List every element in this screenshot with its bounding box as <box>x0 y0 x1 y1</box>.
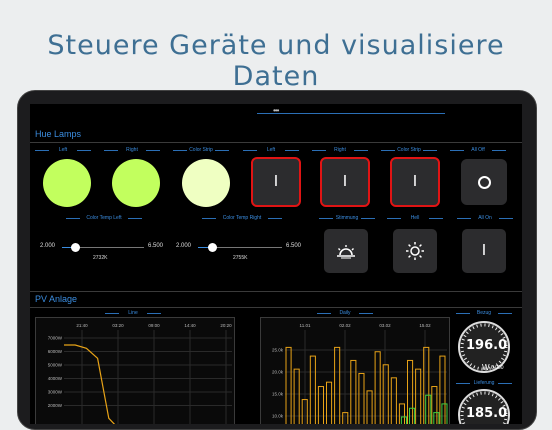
bar <box>431 386 438 424</box>
bar <box>326 381 333 424</box>
x-tick-label: 14:40 <box>184 323 196 328</box>
lamp-left-label: Left <box>35 147 91 153</box>
bar <box>366 390 373 424</box>
daily-chart-svg: 11.01 02.02 03.02 15.02 25.0k 20.0k 15.0k 10.0k <box>272 323 448 424</box>
sunrise-icon <box>337 245 355 259</box>
bar <box>433 412 440 424</box>
more-dots-icon[interactable]: ••• <box>273 106 279 115</box>
slider-min: 2.000 <box>176 243 192 249</box>
bar <box>390 377 397 424</box>
pv-section-title: PV Anlage <box>35 294 78 304</box>
y-tick-label: 7000W <box>48 336 63 341</box>
line-chart-svg: 21:40 03:20 09:00 14:40 20:20 7000W 6000W 5000W… <box>48 323 232 424</box>
top-bar: ••• <box>257 104 445 115</box>
scene-hell-button[interactable] <box>393 229 437 273</box>
switch-right-label: Right <box>312 147 368 153</box>
line-chart[interactable]: 21:40 03:20 09:00 14:40 20:20 7000W 6000W 5000W… <box>35 317 235 424</box>
slider-min: 2.000 <box>40 243 56 249</box>
bar <box>317 386 325 424</box>
all-off-label: All Off <box>450 147 506 153</box>
x-tick-label: 11.01 <box>300 323 311 328</box>
lamp-left-indicator[interactable] <box>43 159 91 207</box>
scene-stimmung-label: Stimmung <box>319 215 375 221</box>
bezug-unit: W <box>482 363 490 372</box>
power-off-icon <box>477 175 491 189</box>
switch-right-button[interactable]: I <box>320 157 370 207</box>
color-temp-right-label: Color Temp Right <box>202 215 282 221</box>
bar <box>285 346 292 424</box>
bar <box>407 359 414 424</box>
app-screen: ••• Hue Lamps Left Right Color Strip Lef… <box>30 104 522 424</box>
x-tick-label: 20:20 <box>220 323 232 328</box>
scene-hell-label: Hell <box>387 215 443 221</box>
y-tick-label: 5000W <box>48 363 63 368</box>
all-on-label: All On <box>457 215 513 221</box>
line-chart-label: Line <box>105 310 161 316</box>
bezug-value: 196.0 <box>466 338 508 353</box>
y-tick-label: 10.0k <box>272 414 284 419</box>
bar <box>423 346 430 424</box>
switch-left-button[interactable]: I <box>251 157 301 207</box>
slider-knob[interactable] <box>207 243 217 252</box>
color-temp-left-slider[interactable]: 2.000 6.500 2732K <box>40 243 166 263</box>
slider-value: 2732K <box>93 255 108 261</box>
bar <box>425 394 432 424</box>
y-tick-label: 2000W <box>48 403 63 408</box>
slider-max: 6.500 <box>286 243 302 249</box>
sun-icon <box>406 242 424 260</box>
y-tick-label: 3000W <box>48 390 63 395</box>
y-tick-label: 15.0k <box>272 392 284 397</box>
bar <box>350 359 357 424</box>
lieferung-label: Lieferung <box>456 380 512 386</box>
x-tick-label: 15.02 <box>419 323 431 328</box>
switch-left-label: Left <box>243 147 299 153</box>
y-tick-label: 6000W <box>48 349 63 354</box>
slider-value: 2755K <box>233 255 248 261</box>
x-tick-label: 09:00 <box>148 323 160 328</box>
all-off-button[interactable] <box>461 159 507 205</box>
hue-divider <box>30 142 522 143</box>
lamp-colorstrip-label: Color Strip <box>173 147 229 153</box>
switch-colorstrip-button[interactable]: I <box>390 157 440 207</box>
power-on-icon: I <box>273 173 279 190</box>
pv-divider <box>30 291 522 292</box>
series-line <box>64 344 116 424</box>
all-on-button[interactable]: I <box>462 229 506 273</box>
lamp-colorstrip-indicator[interactable] <box>182 159 230 207</box>
pv-divider-2 <box>30 307 522 308</box>
bar <box>374 351 381 424</box>
power-on-icon: I <box>342 173 348 190</box>
switch-colorstrip-label: Color Strip <box>381 147 437 153</box>
bar <box>400 416 407 424</box>
bezug-max: 6.000 <box>491 365 504 371</box>
slider-max: 6.500 <box>148 243 164 249</box>
x-tick-label: 03.02 <box>379 323 391 328</box>
bar <box>334 346 341 424</box>
lamp-right-label: Right <box>104 147 160 153</box>
y-tick-label: 20.0k <box>272 370 284 375</box>
x-tick-label: 21:40 <box>76 323 88 328</box>
hue-section-title: Hue Lamps <box>35 129 82 139</box>
color-temp-left-label: Color Temp Left <box>66 215 142 221</box>
headline: Steuere Geräte und visualisiere Daten <box>47 30 505 92</box>
y-tick-label: 4000W <box>48 376 63 381</box>
x-tick-label: 03:20 <box>112 323 124 328</box>
y-tick-label: 25.0k <box>272 348 284 353</box>
daily-bar-chart[interactable]: 11.01 02.02 03.02 15.02 25.0k 20.0k 15.0k 10.0k <box>260 317 450 424</box>
bezug-label: Bezug <box>456 310 512 316</box>
scene-stimmung-button[interactable] <box>324 229 368 273</box>
slider-knob[interactable] <box>70 243 80 252</box>
color-temp-right-slider[interactable]: 2.000 6.500 2755K <box>176 243 306 263</box>
lamp-right-indicator[interactable] <box>112 159 160 207</box>
power-on-icon: I <box>412 173 418 190</box>
x-tick-label: 02.02 <box>339 323 351 328</box>
power-on-icon: I <box>481 242 487 259</box>
daily-chart-label: Daily <box>317 310 373 316</box>
